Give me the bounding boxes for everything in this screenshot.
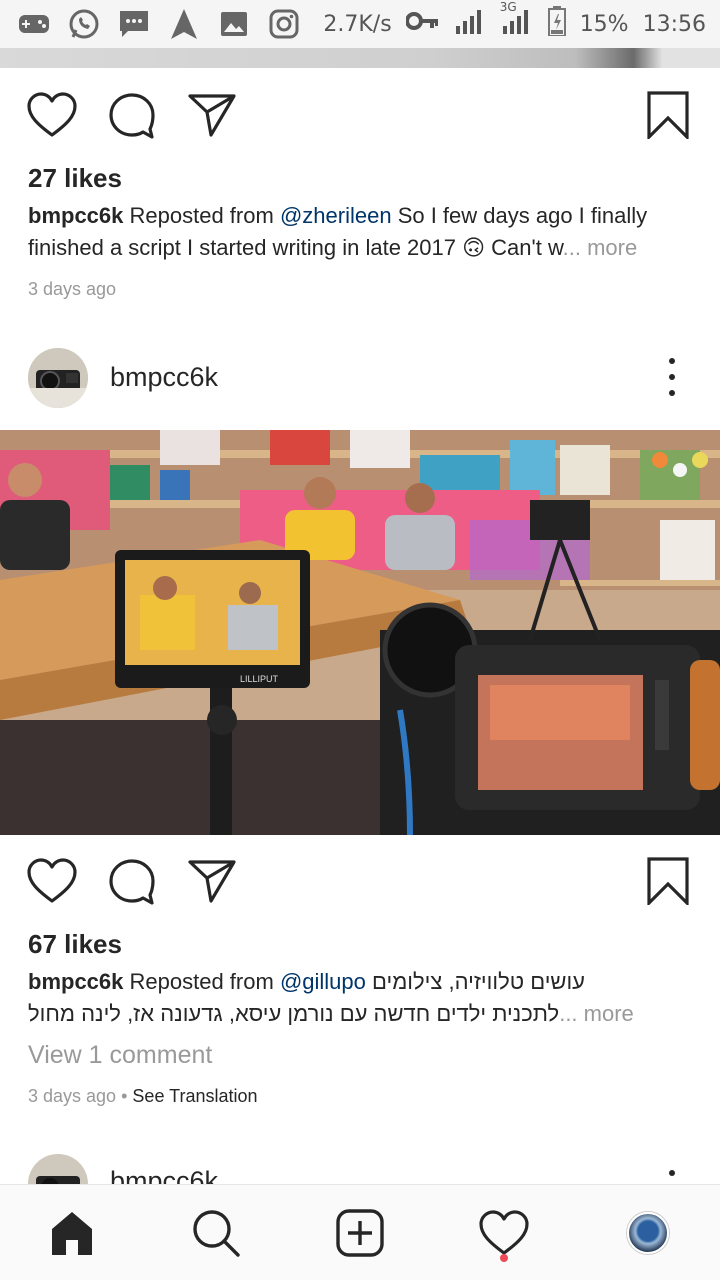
message-icon <box>118 8 150 40</box>
post-username[interactable]: bmpcc6k <box>110 362 218 393</box>
navigation-arrow-icon <box>168 8 200 40</box>
network-speed: 2.7K/s <box>323 11 392 37</box>
clock: 13:56 <box>642 11 706 37</box>
search-icon <box>193 1209 240 1257</box>
heart-icon <box>479 1209 529 1255</box>
caption-text-line1: עושים טלוויזיה, צילומים <box>372 969 585 994</box>
post-actions <box>0 90 720 150</box>
nav-activity[interactable] <box>469 1198 539 1268</box>
caption-text-line2: לתכנית ילדים חדשה עם נורמן עיסא, גדעונה … <box>28 1001 560 1026</box>
post-timestamp: 3 days ago <box>28 279 117 299</box>
whatsapp-icon <box>68 8 100 40</box>
nav-new-post[interactable] <box>325 1198 395 1268</box>
instagram-icon <box>268 8 300 40</box>
nav-search[interactable] <box>181 1198 251 1268</box>
battery-percent: 15% <box>579 11 629 37</box>
more-link[interactable]: ... more <box>563 235 638 260</box>
bottom-navigation <box>0 1184 720 1280</box>
avatar[interactable] <box>28 348 88 408</box>
like-button[interactable] <box>27 856 77 906</box>
monitor-brand-label: LILLIPUT <box>240 674 279 684</box>
comment-button[interactable] <box>107 90 157 140</box>
likes-count[interactable]: 27 likes <box>28 163 122 194</box>
notification-dot <box>500 1253 508 1262</box>
like-button[interactable] <box>27 90 77 140</box>
post-caption: bmpcc6k Reposted from @gillupo עושים טלו… <box>28 966 698 998</box>
mobile-data-icon: 3G <box>500 0 534 40</box>
previous-post-image <box>0 48 720 68</box>
caption-username[interactable]: bmpcc6k <box>28 203 123 228</box>
caption-username[interactable]: bmpcc6k <box>28 969 123 994</box>
post-caption: bmpcc6k Reposted from @zherileen So I fe… <box>28 200 698 264</box>
post-header: bmpcc6k <box>0 338 720 418</box>
nav-profile[interactable] <box>613 1198 683 1268</box>
network-type-label: 3G <box>499 0 517 14</box>
reposted-from-label: Reposted from <box>129 969 274 994</box>
more-options-button[interactable] <box>660 354 684 400</box>
save-button[interactable] <box>643 856 693 906</box>
post-actions <box>0 856 720 916</box>
post-caption-line2: לתכנית ילדים חדשה עם נורמן עיסא, גדעונה … <box>28 998 698 1030</box>
likes-count[interactable]: 67 likes <box>28 929 122 960</box>
post-timestamp-row: 3 days ago • See Translation <box>28 1086 258 1107</box>
status-bar: 2.7K/s 3G 15% 13:56 <box>0 0 720 48</box>
share-button[interactable] <box>187 856 237 906</box>
more-link[interactable]: ... more <box>559 1001 634 1026</box>
caption-mention[interactable]: @zherileen <box>280 203 392 228</box>
caption-mention[interactable]: @gillupo <box>280 969 366 994</box>
share-button[interactable] <box>187 90 237 140</box>
comment-button[interactable] <box>107 856 157 906</box>
post-timestamp: 3 days ago <box>28 1086 117 1106</box>
separator-dot: • <box>121 1086 128 1106</box>
vpn-key-icon <box>404 11 440 37</box>
view-comments-link[interactable]: View 1 comment <box>28 1041 212 1070</box>
post-image[interactable]: LILLIPUT <box>0 430 720 835</box>
gamepad-icon <box>18 8 50 40</box>
next-post-header: bmpcc6k <box>0 1150 720 1184</box>
add-post-icon <box>336 1208 384 1257</box>
profile-avatar[interactable] <box>627 1211 669 1254</box>
save-button[interactable] <box>643 90 693 140</box>
see-translation-link[interactable]: See Translation <box>132 1086 257 1106</box>
post-username[interactable]: bmpcc6k <box>110 1166 218 1184</box>
reposted-from-label: Reposted from <box>129 203 274 228</box>
signal-strength-icon <box>454 8 486 40</box>
battery-icon <box>547 6 566 42</box>
nav-home[interactable] <box>37 1198 107 1268</box>
more-options-button[interactable] <box>669 1170 675 1176</box>
home-icon <box>52 1211 92 1255</box>
avatar[interactable] <box>28 1154 88 1184</box>
image-icon <box>218 8 250 40</box>
